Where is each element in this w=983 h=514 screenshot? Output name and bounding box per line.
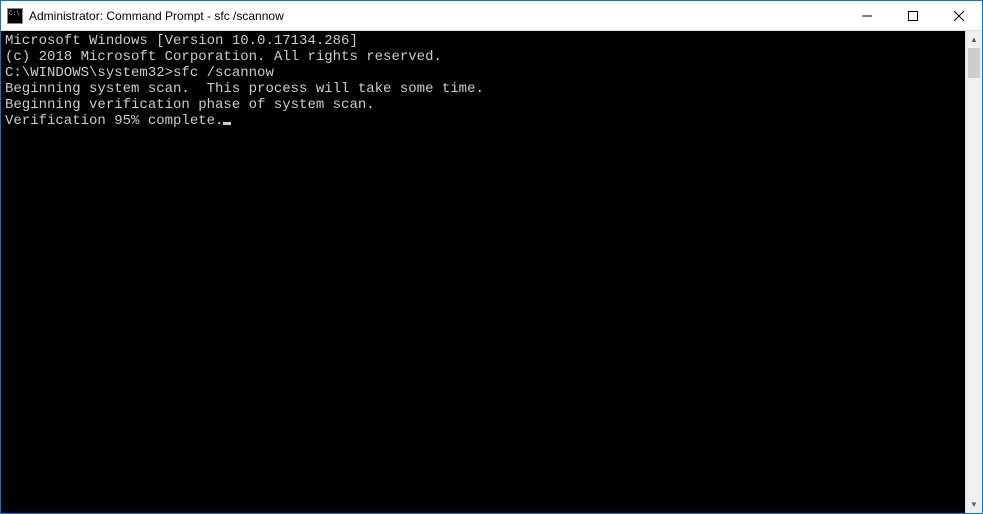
console-line: Beginning verification phase of system s… (5, 97, 961, 113)
console-output[interactable]: Microsoft Windows [Version 10.0.17134.28… (1, 31, 965, 513)
minimize-button[interactable] (844, 1, 890, 30)
titlebar-left: Administrator: Command Prompt - sfc /sca… (7, 8, 284, 24)
close-button[interactable] (936, 1, 982, 30)
console-line: (c) 2018 Microsoft Corporation. All righ… (5, 49, 961, 65)
entered-command: sfc /scannow (173, 65, 274, 81)
console-wrapper: Microsoft Windows [Version 10.0.17134.28… (1, 31, 982, 513)
verify-progress-text: Verification 95% complete. (5, 113, 223, 129)
maximize-button[interactable] (890, 1, 936, 30)
console-line: Verification 95% complete. (5, 113, 961, 129)
console-line: Microsoft Windows [Version 10.0.17134.28… (5, 33, 961, 49)
scroll-down-arrow-icon[interactable]: ▼ (966, 496, 982, 513)
cmd-icon (7, 8, 23, 24)
scroll-track[interactable] (966, 48, 982, 496)
text-cursor (223, 122, 231, 125)
window-title: Administrator: Command Prompt - sfc /sca… (29, 9, 284, 23)
scroll-up-arrow-icon[interactable]: ▲ (966, 31, 982, 48)
window-titlebar: Administrator: Command Prompt - sfc /sca… (1, 1, 982, 31)
scroll-thumb[interactable] (968, 48, 980, 78)
console-line: Beginning system scan. This process will… (5, 81, 961, 97)
vertical-scrollbar[interactable]: ▲ ▼ (965, 31, 982, 513)
console-line: C:\WINDOWS\system32>sfc /scannow (5, 65, 961, 81)
prompt-path: C:\WINDOWS\system32> (5, 65, 173, 81)
window-controls (844, 1, 982, 30)
